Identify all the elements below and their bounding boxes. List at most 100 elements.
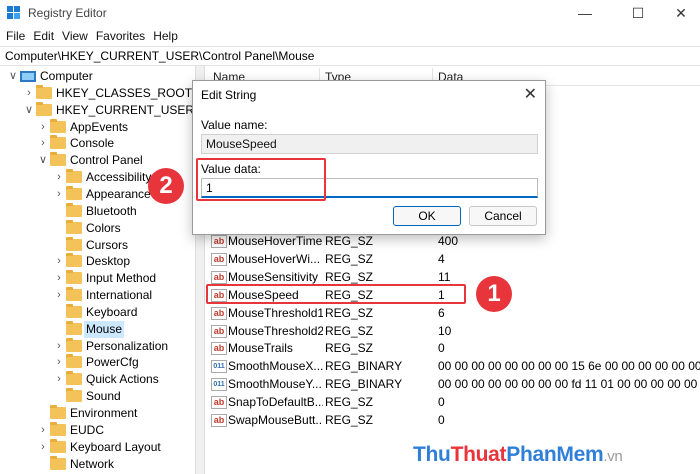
maximize-button[interactable]: ☐ [615, 0, 661, 26]
tree-item[interactable]: Bluetooth [0, 202, 195, 220]
tree-item-label: Environment [70, 406, 138, 420]
chevron-right-icon[interactable]: › [54, 253, 64, 270]
tree-item[interactable]: Network [0, 455, 195, 473]
tree-item[interactable]: ∨ Computer [0, 68, 195, 85]
tree-item-label: Cursors [86, 237, 129, 252]
value-data-cell: 0 [438, 413, 445, 427]
value-row[interactable]: ab MouseTrails REG_SZ 0 [205, 340, 700, 357]
chevron-right-icon[interactable]: › [38, 119, 48, 136]
chevron-right-icon[interactable]: › [24, 85, 34, 102]
tree-item[interactable]: › Console [0, 135, 195, 152]
tree-item[interactable]: Sound [0, 388, 195, 405]
computer-icon [20, 71, 36, 82]
value-row[interactable]: ab SwapMouseButt... REG_SZ 0 [205, 412, 700, 429]
dialog-close-icon[interactable]: ✕ [524, 84, 537, 104]
menu-view[interactable]: View [58, 26, 92, 43]
value-row[interactable]: ab MouseHoverWi... REG_SZ 4 [205, 251, 700, 268]
value-name-label: Value name: [201, 118, 268, 132]
value-data-cell: 00 00 00 00 00 00 00 00 15 6e 00 00 00 0… [438, 359, 700, 374]
menu-bar: File Edit View Favorites Help [0, 26, 700, 46]
value-name-cell: SnapToDefaultB... [228, 395, 323, 410]
chevron-right-icon[interactable]: › [54, 371, 64, 388]
chevron-down-icon[interactable]: ∨ [24, 102, 34, 119]
chevron-right-icon[interactable]: › [54, 354, 64, 371]
value-row[interactable]: 011 SmoothMouseY... REG_BINARY 00 00 00 00 … [205, 376, 700, 393]
folder-icon [50, 135, 66, 150]
tree-item[interactable]: › Desktop [0, 253, 195, 270]
highlight-box-value-data [196, 158, 326, 201]
chevron-right-icon[interactable]: › [54, 186, 64, 203]
tree-item[interactable]: Cursors [0, 236, 195, 254]
menu-help[interactable]: Help [149, 26, 182, 43]
value-row[interactable]: ab MouseThreshold2 REG_SZ 10 [205, 323, 700, 340]
tree-item[interactable]: › EUDC [0, 421, 195, 439]
tree-item-label: Computer [40, 69, 93, 83]
folder-icon [50, 455, 66, 470]
close-button[interactable]: ✕ [658, 0, 700, 26]
folder-icon [66, 202, 82, 217]
tree-item[interactable]: ∨ HKEY_CURRENT_USER [0, 101, 195, 119]
folder-icon [66, 270, 82, 285]
tree-item[interactable]: › AppEvents [0, 118, 195, 136]
tree-item[interactable]: Keyboard [0, 303, 195, 321]
address-bar[interactable]: Computer\HKEY_CURRENT_USER\Control Panel… [0, 46, 700, 66]
chevron-right-icon[interactable]: › [38, 422, 48, 439]
tree-item[interactable]: › Keyboard Layout [0, 438, 195, 456]
chevron-right-icon[interactable]: › [54, 287, 64, 304]
chevron-right-icon[interactable]: › [38, 439, 48, 456]
string-value-icon: ab [211, 270, 227, 284]
folder-icon [66, 337, 82, 352]
chevron-down-icon[interactable]: ∨ [8, 68, 18, 85]
tree-item-label: Sound [86, 389, 121, 404]
value-type-cell: REG_SZ [325, 395, 374, 410]
tree-item-label: Network [70, 456, 115, 471]
tree-item-label: International [86, 288, 153, 303]
folder-icon [66, 236, 82, 251]
string-value-icon: ab [211, 414, 227, 427]
tree-item[interactable]: Colors [0, 219, 195, 237]
tree-item-label: Bluetooth [86, 203, 137, 218]
value-data-cell: 0 [438, 395, 445, 410]
chevron-right-icon[interactable]: › [54, 338, 64, 355]
ok-button[interactable]: OK [393, 206, 461, 226]
chevron-right-icon[interactable]: › [54, 169, 64, 186]
minimize-button[interactable]: — [562, 0, 608, 26]
value-row[interactable]: ab MouseHoverTime REG_SZ 400 [205, 233, 700, 250]
value-row[interactable]: ab SnapToDefaultB... REG_SZ 0 [205, 394, 700, 411]
tree-item-label: EUDC [70, 422, 105, 437]
string-value-icon: ab [211, 252, 227, 266]
tree-item[interactable]: › PowerCfg [0, 354, 195, 371]
menu-edit[interactable]: Edit [29, 26, 58, 43]
tree-item-label: Personalization [86, 338, 169, 353]
chevron-right-icon[interactable]: › [38, 135, 48, 152]
value-data-cell: 4 [438, 251, 445, 266]
string-value-icon: ab [211, 396, 227, 410]
folder-icon [66, 287, 82, 302]
chevron-right-icon[interactable]: › [54, 270, 64, 287]
value-row[interactable]: ab MouseThreshold1 REG_SZ 6 [205, 305, 700, 322]
tree-item[interactable]: Environment [0, 405, 195, 422]
binary-value-icon: 011 [211, 378, 227, 392]
chevron-down-icon[interactable]: ∨ [38, 152, 48, 169]
tree-item[interactable]: › Quick Actions [0, 371, 195, 388]
value-name-cell: MouseTrails [228, 341, 293, 356]
folder-icon [66, 169, 82, 184]
tree-item[interactable]: › International [0, 287, 195, 304]
folder-icon [66, 354, 82, 369]
value-name-field: MouseSpeed [201, 134, 538, 154]
tree-item[interactable]: ∨ Control Panel [0, 152, 195, 169]
dialog-title: Edit String [201, 88, 257, 102]
tree-item[interactable]: › Personalization [0, 337, 195, 355]
tree-item-label: Control Panel [70, 153, 143, 168]
menu-favorites[interactable]: Favorites [92, 26, 149, 43]
value-row[interactable]: 011 SmoothMouseX... REG_BINARY 00 00 00 00 … [205, 358, 700, 375]
menu-file[interactable]: File [2, 26, 29, 43]
value-data-cell: 10 [438, 323, 452, 338]
value-type-cell: REG_SZ [325, 341, 374, 356]
cancel-button[interactable]: Cancel [469, 206, 537, 226]
folder-icon [50, 118, 66, 133]
folder-icon [66, 320, 82, 335]
tree-item[interactable]: Mouse [0, 320, 195, 338]
tree-item[interactable]: › Input Method [0, 270, 195, 287]
tree-item[interactable]: › HKEY_CLASSES_ROOT [0, 84, 195, 102]
